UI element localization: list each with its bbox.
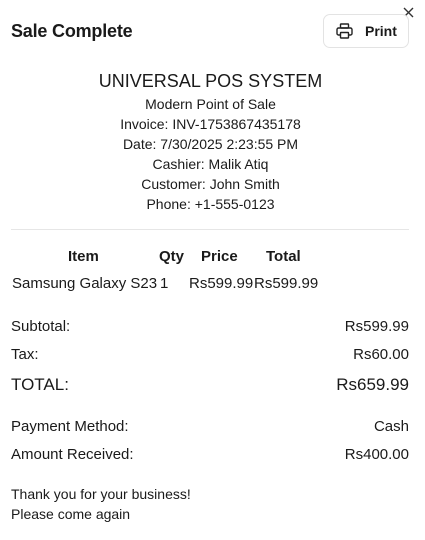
printer-icon [336, 23, 353, 39]
sale-complete-dialog: Sale Complete Print UNIVERSAL POS SYSTEM… [0, 0, 425, 540]
total-row: TOTAL: Rs659.99 [11, 375, 409, 395]
total-value: Rs659.99 [336, 375, 409, 394]
payment-method-row: Payment Method: Cash [11, 418, 409, 435]
store-name: UNIVERSAL POS SYSTEM [98, 71, 323, 91]
amount-received-value: Rs400.00 [344, 446, 409, 463]
thank-you-text: Thank you for your business! [11, 486, 191, 502]
amount-received-row: Amount Received: Rs400.00 [11, 446, 409, 463]
receipt-header: UNIVERSAL POS SYSTEM Modern Point of Sal… [0, 70, 421, 214]
item-name: Samsung Galaxy S23 [12, 275, 158, 292]
tax-row: Tax: Rs60.00 [11, 346, 409, 363]
payment-method-value: Cash [373, 418, 409, 435]
subtotal-label: Subtotal: [11, 318, 71, 335]
print-button[interactable]: Print [323, 14, 409, 48]
item-qty: 1 [160, 275, 169, 292]
receipt-footer: Thank you for your business! Please come… [11, 484, 191, 524]
item-total: Rs599.99 [254, 275, 319, 292]
subtotal-row: Subtotal: Rs599.99 [11, 318, 409, 335]
subtotal-value: Rs599.99 [344, 318, 409, 335]
sale-date: Date: 7/30/2025 2:23:55 PM [122, 136, 299, 152]
total-label: TOTAL: [11, 375, 69, 394]
amount-received-label: Amount Received: [11, 446, 134, 463]
customer-phone: Phone: +1-555-0123 [146, 196, 275, 212]
payment-method-label: Payment Method: [11, 418, 129, 435]
store-tagline: Modern Point of Sale [145, 96, 276, 112]
header-price: Price [201, 248, 238, 265]
cashier-name: Cashier: Malik Atiq [152, 156, 269, 172]
header-total: Total [266, 248, 301, 265]
item-price: Rs599.99 [189, 275, 254, 292]
invoice-number: Invoice: INV-1753867435178 [120, 116, 301, 132]
divider [11, 229, 409, 230]
header-item: Item [68, 248, 99, 265]
dialog-title: Sale Complete [11, 21, 133, 41]
customer-name: Customer: John Smith [141, 176, 280, 192]
tax-label: Tax: [11, 346, 39, 363]
print-button-label: Print [365, 23, 397, 39]
header-qty: Qty [159, 248, 185, 265]
come-again-text: Please come again [11, 506, 131, 522]
tax-value: Rs60.00 [353, 346, 409, 363]
